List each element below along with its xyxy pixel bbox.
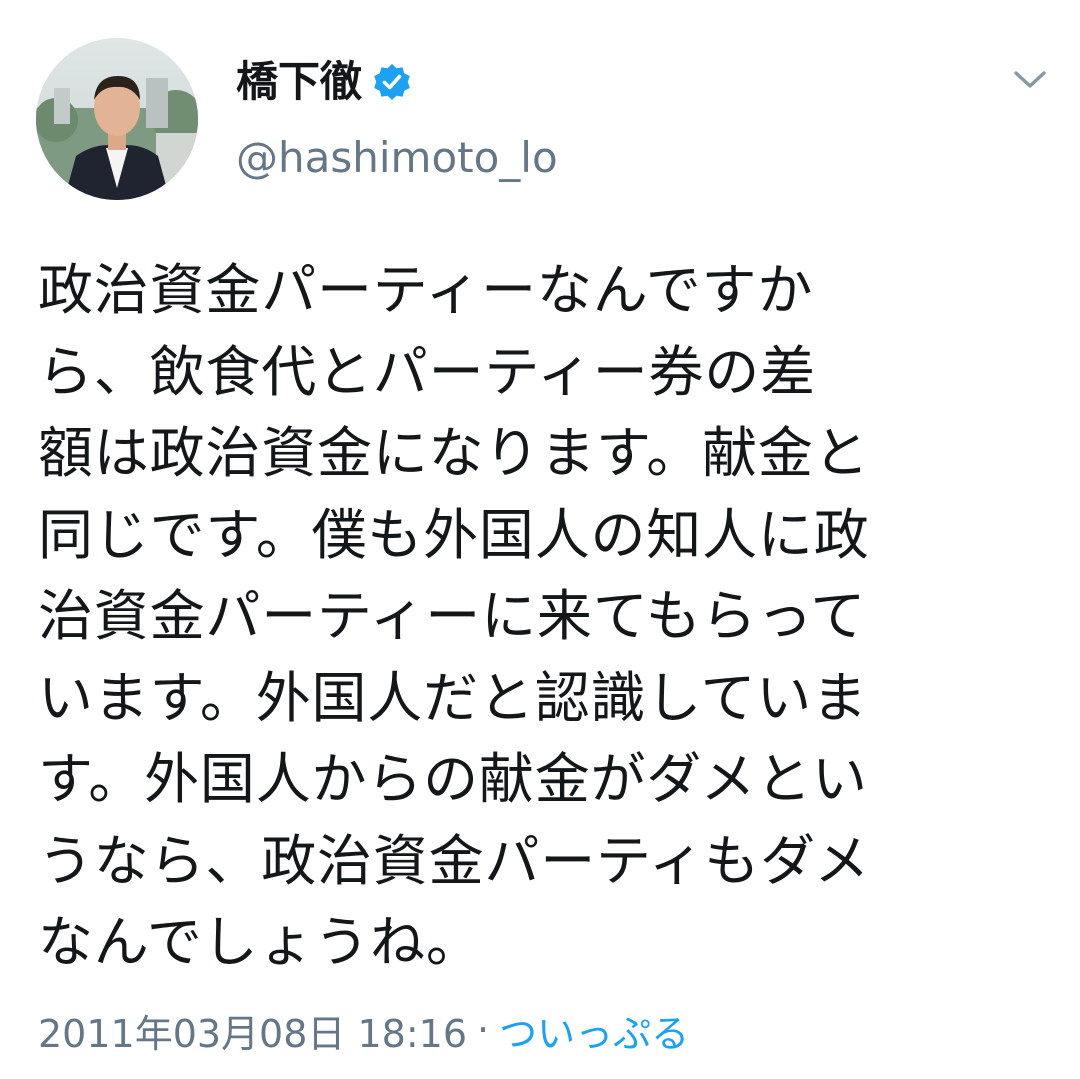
tweet-text-line: 政治資金パーティーなんですか [38, 258, 814, 322]
tweet-timestamp[interactable]: 2011年03月08日 18:16 [38, 1003, 467, 1058]
tweet-text-line: 治資金パーティーに来てもらって [38, 584, 867, 648]
chevron-down-icon[interactable] [1008, 62, 1052, 98]
tweet-text-line: なんでしょうね。 [38, 910, 482, 974]
tweet-text-line: ら、飲食代とパーティー券の差 [38, 339, 816, 404]
tweet-meta: 2011年03月08日 18:16 · ついっぷる [38, 1000, 689, 1060]
tweet-text-line: 同じです。僕も外国人の知人に政 [38, 502, 870, 567]
meta-separator: · [477, 1008, 490, 1052]
tweet-card: 橋下徹 @hashimoto_lo 政治資金パーティーなんですか ら、飲食代とパ… [0, 0, 1080, 1079]
tweet-client-link[interactable]: ついっぷる [499, 1003, 689, 1058]
tweet-text: 政治資金パーティーなんですか ら、飲食代とパーティー券の差 額は政治資金になりま… [38, 250, 1048, 984]
author-name-row: 橋下徹 [236, 52, 412, 112]
tweet-text-line: います。外国人だと認識していま [38, 665, 868, 730]
avatar-photo [36, 38, 198, 200]
avatar[interactable] [36, 38, 198, 200]
verified-badge-icon [372, 62, 412, 102]
tweet-text-line: す。外国人からの献金がダメとい [38, 747, 868, 811]
author-handle[interactable]: @hashimoto_lo [236, 128, 558, 188]
author-display-name[interactable]: 橋下徹 [236, 52, 362, 112]
tweet-text-line: 額は政治資金になります。献金と [38, 421, 870, 485]
tweet-text-line: うなら、政治資金パーティもダメ [38, 828, 871, 893]
